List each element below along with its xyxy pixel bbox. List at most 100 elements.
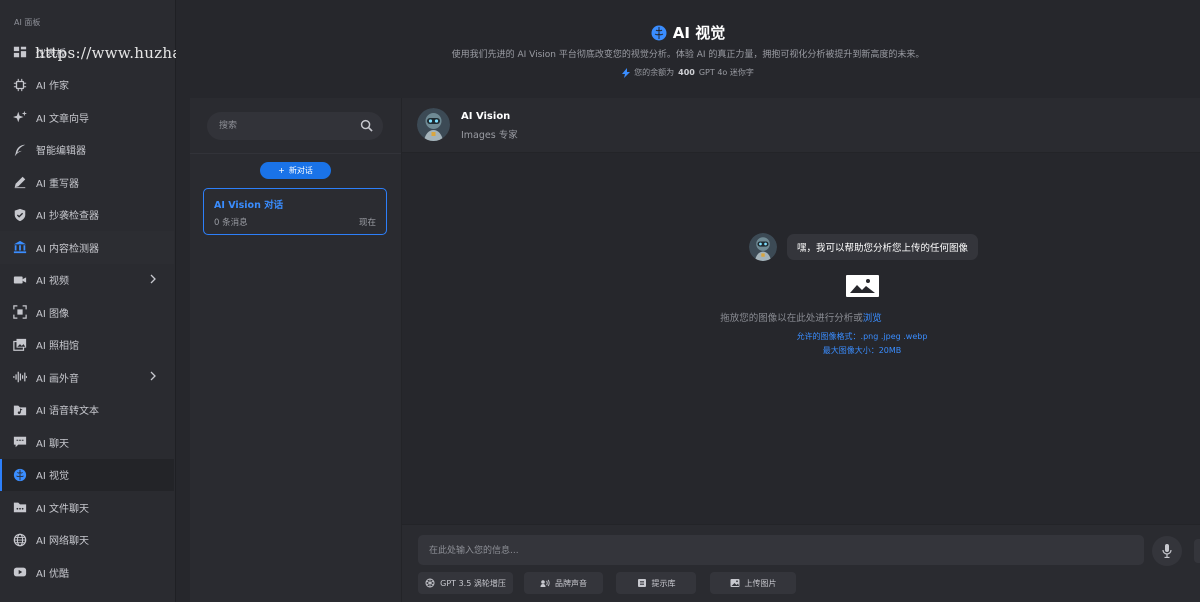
image-scan-icon <box>12 304 28 320</box>
sidebar-item-vision[interactable]: AI 视觉 <box>0 458 174 491</box>
sidebar-item-article-wizard[interactable]: AI 文章向导 <box>0 101 174 134</box>
conversation-title: AI Vision 对话 <box>214 200 284 211</box>
feather-icon <box>12 142 28 158</box>
search-icon[interactable] <box>360 119 373 132</box>
new-chat-button[interactable]: + 新对话 <box>260 162 331 179</box>
chat-area: AI Vision Images 专家 嘿，我可以帮助您分析您上传的任何图像 拖… <box>402 98 1200 602</box>
sidebar-item-label: AI 网络聊天 <box>36 536 89 548</box>
conversation-item[interactable]: AI Vision 对话 0 条消息 现在 <box>203 188 387 235</box>
sidebar-item-rewriter[interactable]: AI 重写器 <box>0 166 174 199</box>
conversation-time: 现在 <box>358 218 376 228</box>
search-input[interactable] <box>219 112 359 140</box>
globe-icon <box>12 532 28 548</box>
sidebar: AI 面板 仪表板 AI 作家 AI 文章向导 智能编辑器 AI 重写器 AI … <box>0 0 316 602</box>
sidebar-item-image[interactable]: AI 图像 <box>0 296 174 329</box>
balance-amount: 400 <box>678 68 695 77</box>
conversation-list-panel: + 新对话 AI Vision 对话 0 条消息 现在 <box>190 98 402 602</box>
brain-icon <box>12 467 28 483</box>
sidebar-item-voiceover[interactable]: AI 画外音 <box>0 361 174 394</box>
shield-icon <box>12 207 28 223</box>
page-title: AI 视觉 <box>176 22 1200 43</box>
new-chat-label: 新对话 <box>288 166 313 175</box>
gallery-icon <box>12 337 28 353</box>
youtube-icon <box>12 564 28 580</box>
sidebar-item-label: AI 视觉 <box>36 471 69 483</box>
folder-chat-icon <box>12 499 28 515</box>
microphone-icon <box>1162 544 1172 558</box>
sidebar-item-label: AI 重写器 <box>36 178 79 190</box>
sidebar-item-label: AI 文件聊天 <box>36 503 89 515</box>
sidebar-item-speech-to-text[interactable]: AI 语音转文本 <box>0 394 174 427</box>
bot-name: AI Vision <box>461 111 511 122</box>
send-button-partial[interactable] <box>1194 539 1200 563</box>
sidebar-item-label: AI 视频 <box>36 276 69 288</box>
balance-info: 您的余额为 400 GPT 4o 迷你字 <box>176 67 1200 78</box>
sidebar-item-file-chat[interactable]: AI 文件聊天 <box>0 491 174 524</box>
conversation-message-count: 0 条消息 <box>214 218 248 228</box>
microphone-button[interactable] <box>1152 536 1182 566</box>
sidebar-item-label: AI 聊天 <box>36 438 69 450</box>
tool-label: 上传图片 <box>744 578 777 588</box>
audio-file-icon <box>12 402 28 418</box>
brain-icon <box>651 25 667 40</box>
page-header: AI 视觉 使用我们先进的 AI Vision 平台彻底改变您的视觉分析。体验 … <box>176 0 1200 98</box>
sidebar-menu: 仪表板 AI 作家 AI 文章向导 智能编辑器 AI 重写器 AI 抄袭检查器 <box>0 36 174 589</box>
bot-greeting-message: 嘿，我可以帮助您分析您上传的任何图像 <box>787 234 979 260</box>
page-subtitle: 使用我们先进的 AI Vision 平台彻底改变您的视觉分析。体验 AI 的真正… <box>451 50 925 60</box>
sidebar-item-youtube[interactable]: AI 优酷 <box>0 556 174 589</box>
tool-label: 提示库 <box>651 578 676 588</box>
sidebar-item-label: AI 优酷 <box>36 568 69 580</box>
sidebar-item-label: AI 抄袭检查器 <box>36 211 99 223</box>
pencil-icon <box>12 174 28 190</box>
sidebar-header: AI 面板 <box>14 18 41 27</box>
upload-image-button[interactable]: 上传图片 <box>710 572 796 594</box>
video-icon <box>12 272 28 288</box>
divider <box>190 153 401 154</box>
app-root: AI 面板 仪表板 AI 作家 AI 文章向导 智能编辑器 AI 重写器 AI … <box>0 0 1200 602</box>
message-input[interactable] <box>418 535 1144 565</box>
sidebar-item-chat[interactable]: AI 聊天 <box>0 426 174 459</box>
bank-icon <box>12 239 28 255</box>
upload-image-icon <box>730 579 739 587</box>
prompt-library-button[interactable]: 提示库 <box>616 572 696 594</box>
browse-link[interactable]: 浏览 <box>863 313 882 324</box>
library-icon <box>637 579 646 587</box>
sidebar-item-web-chat[interactable]: AI 网络聊天 <box>0 524 174 557</box>
balance-suffix: GPT 4o 迷你字 <box>698 68 754 77</box>
balance-prefix: 您的余额为 <box>634 68 675 77</box>
sidebar-item-video[interactable]: AI 视频 <box>0 264 174 297</box>
brand-voice-button[interactable]: 品牌声音 <box>524 572 603 594</box>
voice-icon <box>540 579 550 587</box>
sidebar-item-photo-studio[interactable]: AI 照相馆 <box>0 329 174 362</box>
model-select-button[interactable]: GPT 3.5 涡轮增压 <box>418 572 513 594</box>
sidebar-item-smart-editor[interactable]: 智能编辑器 <box>0 134 174 167</box>
image-placeholder-icon[interactable] <box>846 275 879 297</box>
tool-label: 品牌声音 <box>555 578 587 588</box>
sidebar-item-ai-writer[interactable]: AI 作家 <box>0 69 174 102</box>
lightning-icon <box>622 67 631 78</box>
chevron-right-icon[interactable] <box>148 274 158 284</box>
sidebar-item-label: AI 内容检测器 <box>36 243 99 255</box>
max-image-size: 最大图像大小：20MB <box>822 346 902 355</box>
sidebar-item-label: AI 照相馆 <box>36 341 79 353</box>
message-avatar <box>749 233 777 261</box>
waveform-icon <box>12 369 28 385</box>
dashboard-icon <box>12 44 28 60</box>
sidebar-item-content-detector[interactable]: AI 内容检测器 <box>0 231 174 264</box>
tool-label: GPT 3.5 涡轮增压 <box>440 578 506 588</box>
page-title-text: AI 视觉 <box>672 24 726 42</box>
bot-avatar <box>417 108 450 141</box>
upload-dropzone-text: 拖放您的图像以在此处进行分析或浏览 <box>402 310 1200 324</box>
sidebar-item-label: AI 语音转文本 <box>36 406 99 418</box>
chevron-right-icon[interactable] <box>148 371 158 381</box>
message-composer: GPT 3.5 涡轮增压 品牌声音 提示库 上传图片 <box>402 524 1200 602</box>
sidebar-item-label: AI 画外音 <box>36 373 79 385</box>
sidebar-item-label: AI 图像 <box>36 308 69 320</box>
plus-icon: + <box>278 166 285 175</box>
sparkles-icon <box>12 109 28 125</box>
upload-instruction: 拖放您的图像以在此处进行分析或 <box>720 313 863 324</box>
chat-icon <box>12 434 28 450</box>
sidebar-item-plagiarism-checker[interactable]: AI 抄袭检查器 <box>0 199 174 232</box>
sidebar-item-label: AI 文章向导 <box>36 113 89 125</box>
search-box <box>207 112 383 140</box>
